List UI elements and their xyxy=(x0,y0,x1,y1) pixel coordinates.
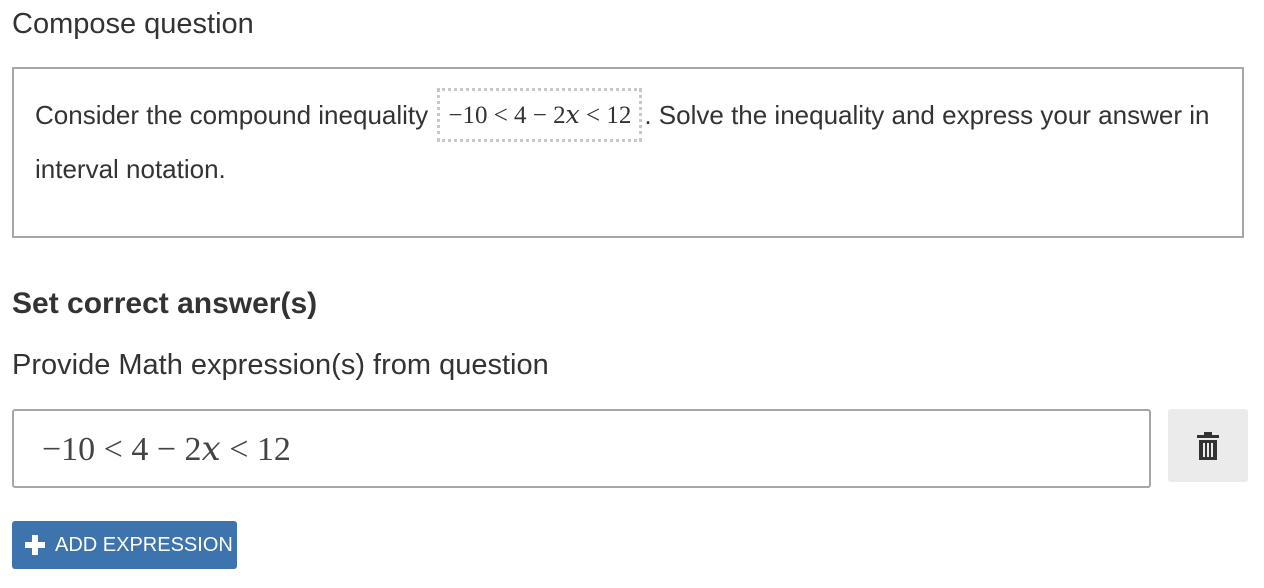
question-editor[interactable]: Consider the compound inequality −10 < 4… xyxy=(12,67,1244,238)
delete-expression-button[interactable] xyxy=(1168,409,1248,482)
trash-icon xyxy=(1197,431,1219,460)
set-correct-answers-heading: Set correct answer(s) xyxy=(12,287,318,320)
math-inline-expression[interactable]: −10 < 4 − 2𝑥 < 12 xyxy=(437,88,643,143)
add-expression-label: ADD EXPRESSION xyxy=(55,533,233,556)
plus-icon xyxy=(25,535,45,555)
math-expression-input[interactable]: −10 < 4 − 2𝑥 < 12 xyxy=(12,409,1151,488)
provide-expressions-label: Provide Math expression(s) from question xyxy=(12,349,549,381)
add-expression-button[interactable]: ADD EXPRESSION xyxy=(12,521,237,569)
page: Compose question Consider the compound i… xyxy=(0,0,1264,588)
math-expression-value: −10 < 4 − 2𝑥 < 12 xyxy=(42,430,291,468)
question-text-before: Consider the compound inequality xyxy=(35,100,436,130)
question-text: Consider the compound inequality −10 < 4… xyxy=(35,88,1230,195)
compose-question-label: Compose question xyxy=(12,8,254,40)
